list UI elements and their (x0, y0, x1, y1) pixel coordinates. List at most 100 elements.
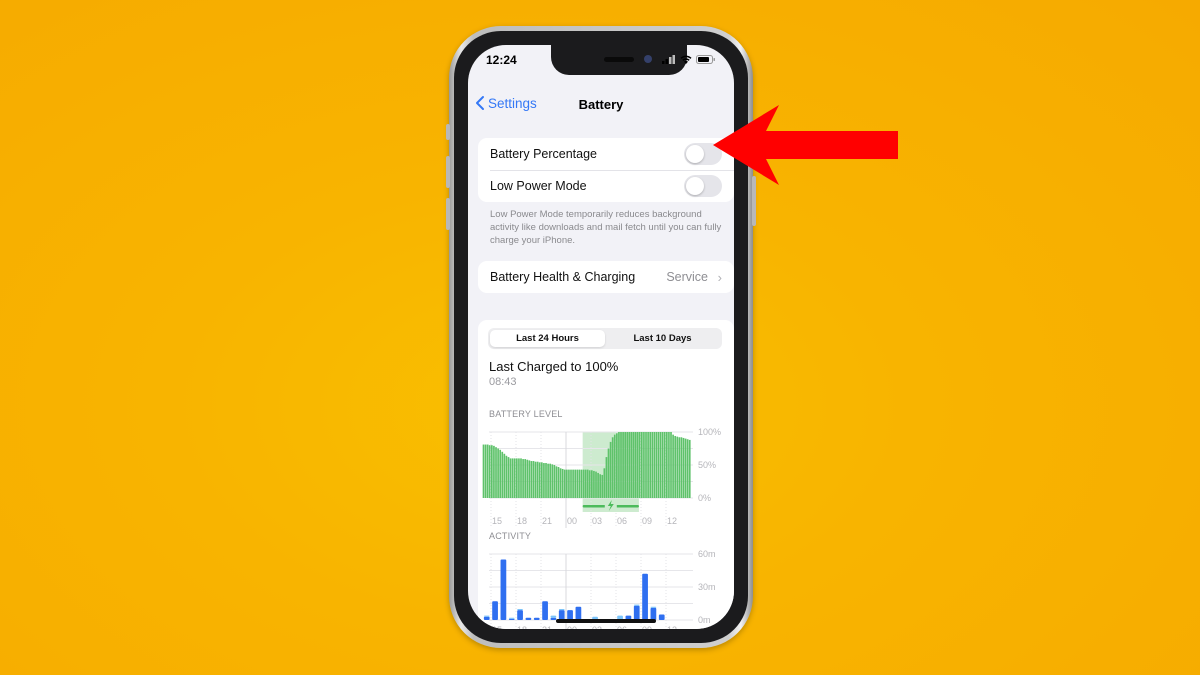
battery-bar (545, 463, 547, 498)
y-tick-label: 0% (698, 493, 711, 503)
battery-bar (563, 469, 566, 498)
battery-bar (632, 432, 635, 498)
battery-bar (682, 437, 685, 498)
battery-bar (509, 458, 512, 498)
battery-bar (620, 432, 622, 498)
activity-bar-screen-off (517, 609, 523, 611)
x-tick-label: 03 (592, 625, 602, 629)
tab-last-10-days[interactable]: Last 10 Days (605, 330, 720, 347)
battery-bar (645, 432, 647, 498)
x-tick-label: 15 (492, 625, 502, 629)
activity-bar-screen-off (650, 606, 657, 608)
battery-bar (516, 458, 518, 498)
battery-bar (520, 458, 522, 498)
battery-bar (591, 470, 593, 498)
low-power-footnote: Low Power Mode temporarily reduces backg… (490, 209, 722, 246)
battery-bar (603, 468, 606, 498)
x-tick-label: 09 (642, 516, 652, 526)
battery-bar (491, 445, 493, 498)
battery-bar (613, 434, 616, 498)
battery-bar (576, 469, 579, 498)
battery-bar (618, 432, 620, 498)
signal-icon (662, 55, 675, 64)
arrow-shape (713, 105, 898, 185)
battery-bar (630, 432, 633, 498)
battery-bar (484, 444, 487, 498)
activity-bar-screen-on (533, 617, 540, 620)
x-tick-label: 00 (567, 516, 577, 526)
battery-level-chart: 100% 50% 0% 15 18 21 00 03 06 09 12 (482, 427, 721, 528)
battery-bar (647, 432, 649, 498)
battery-bar (495, 447, 497, 498)
battery-bar (547, 463, 549, 498)
battery-icon (696, 55, 715, 64)
battery-bar (674, 435, 677, 498)
battery-bar (530, 461, 533, 498)
activity-bar-screen-off (633, 604, 640, 606)
toggle-knob (686, 177, 704, 195)
battery-bar (588, 470, 591, 498)
battery-bar (570, 469, 572, 498)
status-time: 12:24 (486, 53, 517, 67)
x-tick-label: 18 (517, 625, 527, 629)
battery-bar (549, 463, 552, 498)
action-button (446, 124, 450, 140)
battery-bar (636, 432, 639, 498)
battery-bar (651, 432, 654, 498)
low-power-mode-label: Low Power Mode (490, 179, 587, 193)
battery-health-row[interactable]: Battery Health & Charging Service › (478, 261, 734, 293)
battery-bar (641, 432, 643, 498)
y-tick-label: 0m (698, 615, 711, 625)
x-tick-label: 21 (542, 516, 552, 526)
activity-bar-screen-on (517, 610, 523, 620)
home-indicator[interactable] (556, 619, 656, 623)
battery-bar (607, 448, 610, 498)
battery-bar (593, 470, 595, 498)
y-tick-label: 50% (698, 460, 716, 470)
battery-bar (526, 459, 529, 498)
battery-bar (486, 444, 489, 498)
battery-bar (670, 432, 672, 498)
activity-bar-screen-on (483, 616, 490, 620)
battery-bar (684, 438, 687, 498)
battery-bar (534, 461, 537, 498)
activity-bar-screen-on (658, 614, 665, 620)
battery-bar (605, 457, 608, 498)
activity-bar-screen-off (483, 615, 490, 617)
battery-bar (488, 445, 491, 498)
activity-bar-screen-off (508, 617, 515, 619)
battery-percentage-row: Battery Percentage (478, 138, 734, 170)
battery-bar (528, 460, 531, 498)
battery-bar (601, 474, 604, 498)
battery-bar (580, 469, 583, 498)
activity-bar-screen-on (492, 601, 498, 620)
battery-bar (538, 462, 541, 498)
battery-bar (657, 432, 660, 498)
battery-bar (551, 464, 554, 498)
x-tick-label: 15 (492, 516, 502, 526)
tab-last-24-hours[interactable]: Last 24 Hours (490, 330, 605, 347)
activity-bar-screen-off (550, 615, 557, 618)
battery-bar (572, 469, 574, 498)
battery-bar (543, 463, 545, 498)
page-title: Battery (578, 97, 624, 112)
x-tick-label: 12 (667, 516, 677, 526)
y-tick-label: 100% (698, 427, 721, 437)
x-tick-label: 06 (617, 625, 627, 629)
battery-bar (595, 471, 597, 498)
screen: 12:24 Settings Battery Battery Percentag… (468, 45, 734, 629)
battery-bar (659, 432, 662, 498)
battery-bar (609, 441, 612, 498)
speaker (604, 57, 634, 62)
battery-bar (574, 469, 577, 498)
volume-down-button (446, 198, 450, 230)
battery-bar (584, 469, 587, 498)
battery-bar (566, 469, 568, 498)
red-arrow-annotation (713, 105, 898, 185)
y-tick-label: 30m (698, 582, 716, 592)
battery-bar (661, 432, 664, 498)
x-tick-label: 18 (517, 516, 527, 526)
battery-bar (497, 448, 499, 498)
battery-bar (599, 474, 602, 498)
camera-icon (644, 55, 652, 63)
